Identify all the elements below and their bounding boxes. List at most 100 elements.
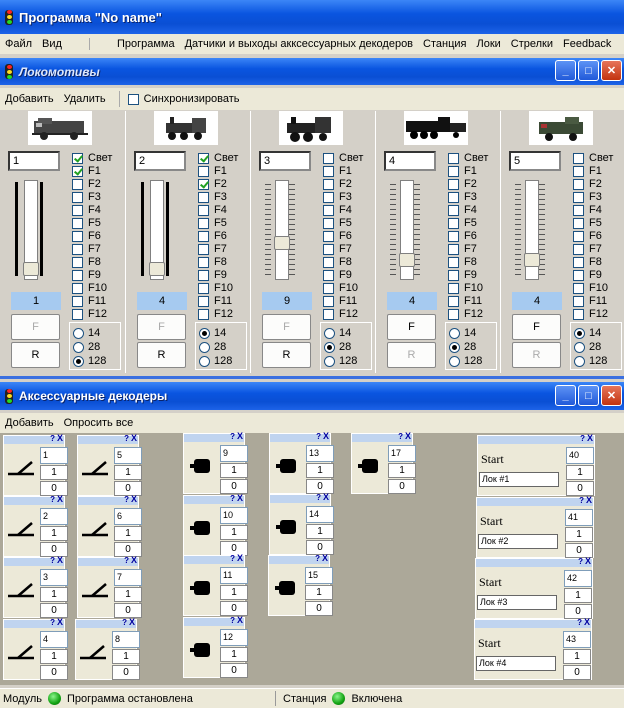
off-button[interactable]: 0 (305, 601, 333, 616)
f-button[interactable]: F (512, 314, 561, 340)
r-button[interactable]: R (262, 342, 311, 368)
close-icon[interactable]: X (131, 494, 137, 504)
speed-step-radio[interactable] (449, 355, 460, 367)
maximize-button[interactable]: □ (578, 385, 599, 406)
help-icon[interactable]: ? (230, 494, 235, 503)
function-checkbox[interactable] (573, 192, 584, 203)
help-icon[interactable]: ? (315, 554, 320, 563)
decoder-address-input[interactable]: 12 (220, 629, 248, 646)
decoder-address-input[interactable]: 2 (40, 508, 68, 525)
function-checkbox[interactable] (573, 257, 584, 268)
speed-step-option[interactable]: 28 (73, 340, 120, 354)
function-checkbox[interactable] (448, 257, 459, 268)
speed-slider[interactable] (263, 180, 297, 280)
loco-address-input[interactable]: 4 (384, 151, 436, 171)
loco-name-input[interactable]: Лок #1 (479, 472, 559, 487)
close-icon[interactable]: X (585, 556, 591, 566)
function-checkbox[interactable] (448, 166, 459, 177)
off-button[interactable]: 0 (388, 479, 416, 494)
maximize-button[interactable]: □ (578, 60, 599, 81)
function-checkbox[interactable] (573, 244, 584, 255)
function-checkbox[interactable] (198, 179, 209, 190)
function-checkbox[interactable] (448, 179, 459, 190)
function-checkbox[interactable] (573, 296, 584, 307)
decoder-address-input[interactable]: 11 (220, 567, 248, 584)
off-button[interactable]: 0 (220, 601, 248, 616)
help-icon[interactable]: ? (50, 556, 55, 565)
help-icon[interactable]: ? (580, 434, 585, 443)
loco-address-input[interactable]: 3 (259, 151, 311, 171)
help-icon[interactable]: ? (124, 495, 129, 504)
function-checkbox[interactable] (198, 231, 209, 242)
function-checkbox[interactable] (323, 231, 334, 242)
speed-slider[interactable] (12, 180, 46, 280)
function-checkbox[interactable] (198, 296, 209, 307)
speed-step-option[interactable]: 14 (449, 326, 496, 340)
slider-thumb[interactable] (274, 236, 290, 250)
speed-step-option[interactable]: 128 (324, 354, 371, 368)
function-checkbox[interactable] (323, 153, 334, 164)
function-checkbox[interactable] (448, 283, 459, 294)
function-checkbox[interactable] (72, 309, 83, 320)
function-checkbox[interactable] (198, 244, 209, 255)
off-button[interactable]: 0 (114, 542, 142, 557)
speed-step-radio[interactable] (574, 341, 585, 353)
r-button[interactable]: R (512, 342, 561, 368)
loco-name-input[interactable]: Лок #2 (478, 534, 558, 549)
speed-step-radio[interactable] (324, 327, 335, 339)
on-button[interactable]: 1 (220, 585, 248, 600)
decoder-address-input[interactable]: 6 (114, 508, 142, 525)
help-icon[interactable]: ? (124, 434, 129, 443)
on-button[interactable]: 1 (114, 526, 142, 541)
menu-item[interactable]: Вид (37, 38, 67, 50)
decoder-address-input[interactable]: 4 (40, 631, 68, 648)
on-button[interactable]: 1 (112, 649, 140, 664)
close-icon[interactable]: X (57, 433, 63, 443)
function-checkbox[interactable] (198, 309, 209, 320)
speed-slider[interactable] (513, 180, 547, 280)
function-checkbox[interactable] (323, 257, 334, 268)
speed-step-radio[interactable] (199, 355, 210, 367)
speed-step-option[interactable]: 14 (324, 326, 371, 340)
close-icon[interactable]: X (584, 617, 590, 627)
speed-step-radio[interactable] (73, 327, 84, 339)
loco-name-input[interactable]: Лок #4 (476, 656, 556, 671)
on-button[interactable]: 1 (305, 585, 333, 600)
close-icon[interactable]: X (129, 617, 135, 627)
speed-step-option[interactable]: 14 (574, 326, 621, 340)
menu-item[interactable]: Файл (0, 38, 37, 50)
poll-all-button[interactable]: Опросить все (59, 417, 139, 429)
speed-slider[interactable] (388, 180, 422, 280)
function-checkbox[interactable] (72, 244, 83, 255)
function-checkbox[interactable] (573, 166, 584, 177)
menu-item[interactable]: Feedback (558, 38, 616, 50)
function-checkbox[interactable] (448, 205, 459, 216)
speed-step-radio[interactable] (199, 327, 210, 339)
speed-step-option[interactable]: 128 (449, 354, 496, 368)
help-icon[interactable]: ? (122, 618, 127, 627)
function-checkbox[interactable] (448, 270, 459, 281)
function-checkbox[interactable] (323, 270, 334, 281)
function-checkbox[interactable] (198, 166, 209, 177)
function-checkbox[interactable] (72, 192, 83, 203)
decoder-address-input[interactable]: 9 (220, 445, 248, 462)
off-button[interactable]: 0 (40, 603, 68, 618)
off-button[interactable]: 0 (306, 479, 334, 494)
menu-item[interactable]: Станция (418, 38, 471, 50)
help-icon[interactable]: ? (316, 493, 321, 502)
function-checkbox[interactable] (323, 205, 334, 216)
speed-step-radio[interactable] (73, 355, 84, 367)
decoder-address-input[interactable]: 13 (306, 445, 334, 462)
help-icon[interactable]: ? (579, 496, 584, 505)
on-button[interactable]: 1 (114, 465, 142, 480)
on-button[interactable]: 1 (40, 526, 68, 541)
close-icon[interactable]: X (237, 431, 243, 441)
loco-name-input[interactable]: Лок #3 (477, 595, 557, 610)
function-checkbox[interactable] (198, 283, 209, 294)
menu-item[interactable]: Датчики и выходы акксессуарных декодеров (180, 38, 418, 50)
on-button[interactable]: 1 (388, 463, 416, 478)
help-icon[interactable]: ? (50, 495, 55, 504)
speed-step-option[interactable]: 28 (449, 340, 496, 354)
close-icon[interactable]: X (237, 493, 243, 503)
function-checkbox[interactable] (72, 283, 83, 294)
